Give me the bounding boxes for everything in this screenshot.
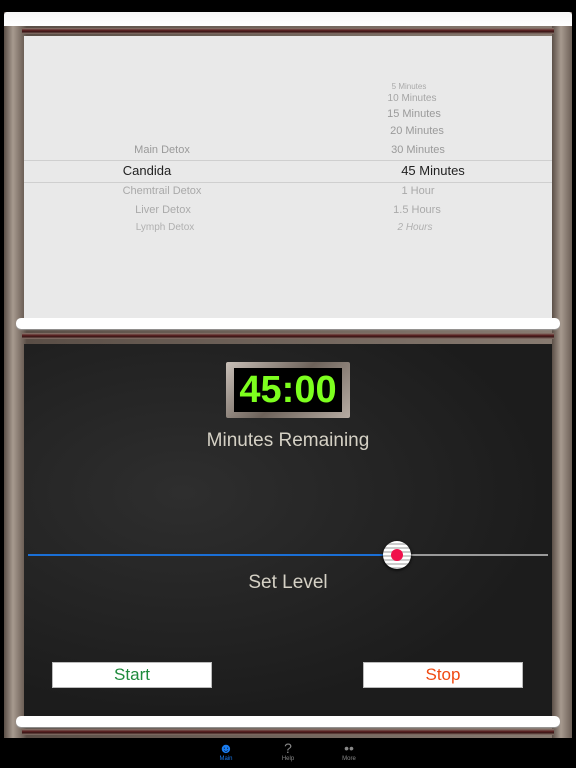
frame-right-rail [552, 12, 572, 738]
tab-main[interactable]: ☻ Main [201, 740, 251, 762]
level-slider-fill[interactable] [28, 554, 398, 556]
frame-middle-rail [16, 318, 560, 329]
ellipsis-icon: •• [344, 740, 354, 756]
frame-middle-inner-rail [22, 333, 554, 339]
program-option[interactable]: Liver Detox [135, 204, 191, 216]
level-slider-thumb[interactable] [383, 541, 412, 569]
program-option[interactable]: Lymph Detox [136, 222, 195, 233]
slider-thumb-dot [391, 549, 404, 561]
tab-bar: ☻ Main ? Help •• More [0, 738, 576, 768]
duration-option[interactable]: 30 Minutes [391, 144, 445, 156]
duration-option[interactable]: 20 Minutes [390, 125, 444, 137]
program-option[interactable]: Main Detox [134, 144, 190, 156]
duration-option[interactable]: 5 Minutes [392, 82, 427, 91]
skull-icon: ☻ [218, 740, 234, 756]
frame-top-rail [4, 12, 572, 26]
timer-display: 45:00 [226, 362, 350, 418]
timer-value: 45:00 [239, 368, 337, 411]
frame-bottom-inner-rail [22, 729, 554, 735]
tab-main-label: Main [219, 756, 233, 762]
tab-more-label: More [342, 756, 356, 762]
duration-option-selected[interactable]: 45 Minutes [401, 163, 465, 178]
picker-selection-band [24, 160, 552, 183]
tab-more[interactable]: •• More [324, 740, 374, 762]
duration-option[interactable]: 15 Minutes [387, 108, 441, 120]
frame-top-inner-rail [22, 28, 554, 34]
stop-button[interactable]: Stop [363, 662, 523, 688]
frame-bottom-rail [16, 716, 560, 727]
frame-left-rail [4, 12, 24, 738]
duration-option[interactable]: 1.5 Hours [393, 204, 441, 216]
level-slider-track[interactable] [397, 554, 548, 556]
program-option[interactable]: Chemtrail Detox [123, 185, 202, 197]
program-option-selected[interactable]: Candida [123, 163, 171, 178]
duration-option[interactable]: 1 Hour [401, 185, 434, 197]
set-level-label: Set Level [248, 572, 328, 593]
tab-help-label: Help [281, 756, 295, 762]
start-button[interactable]: Start [52, 662, 212, 688]
duration-option[interactable]: 10 Minutes [388, 93, 437, 104]
tab-help[interactable]: ? Help [263, 740, 313, 762]
question-icon: ? [284, 740, 292, 756]
minutes-remaining-label: Minutes Remaining [206, 430, 370, 451]
duration-option[interactable]: 2 Hours [397, 222, 432, 233]
timer-screen: 45:00 [234, 368, 342, 412]
